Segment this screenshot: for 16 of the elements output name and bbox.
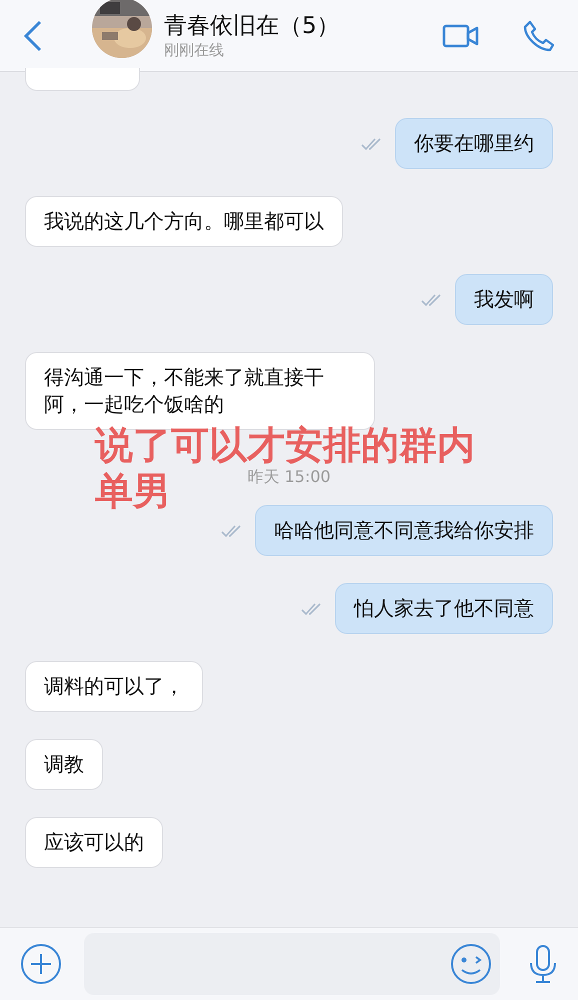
emoji-icon[interactable] [450, 943, 492, 985]
message-bubble: 应该可以的 [25, 817, 163, 868]
message-bubble: 你要在哪里约 [395, 118, 553, 169]
plus-icon[interactable] [20, 943, 62, 985]
message-bubble: 我发啊 [455, 274, 553, 325]
timestamp: 昨天 15:00 [247, 467, 331, 488]
back-icon[interactable] [22, 18, 44, 52]
online-status: 刚刚在线 [164, 40, 225, 60]
message-bubble: 调教 [25, 739, 103, 790]
message-input[interactable] [84, 933, 500, 995]
chat-title: 青春依旧在（5） [164, 12, 341, 40]
message-bubble: 我说的这几个方向。哪里都可以 [25, 196, 343, 247]
message-bubble: 调料的可以了， [25, 661, 203, 712]
message-bubble: 怕人家去了他不同意 [335, 583, 553, 634]
message-bubble: 哈哈他同意不同意我给你安排 [255, 505, 553, 556]
annotation-text: 单男 [95, 468, 171, 514]
